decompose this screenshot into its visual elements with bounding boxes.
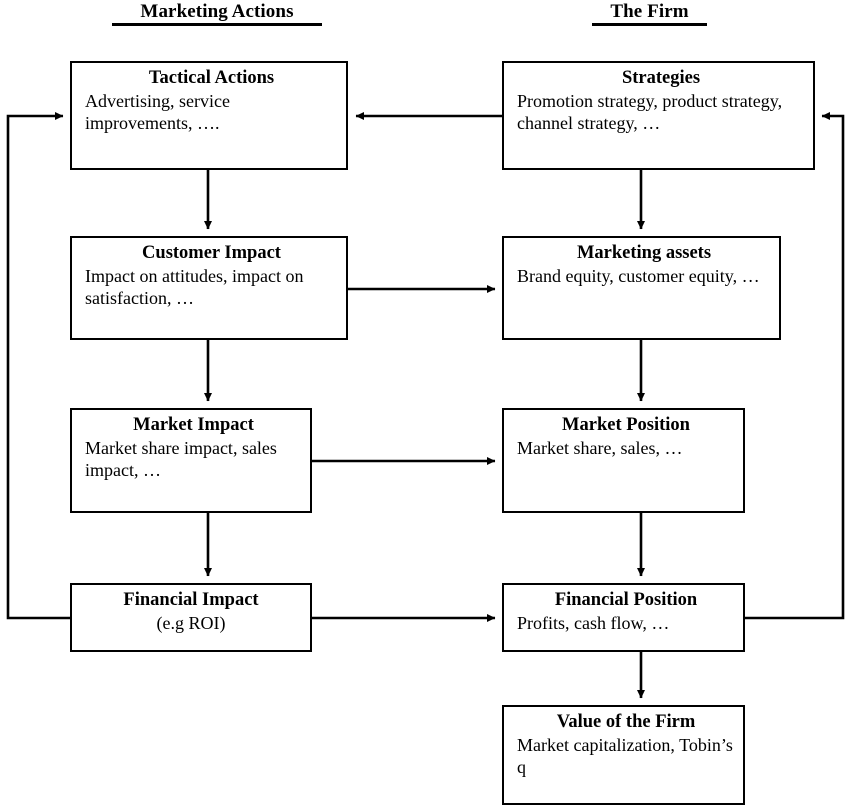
node-body-financial-impact: (e.g ROI) xyxy=(156,612,226,633)
node-title-financial-position: Financial Position xyxy=(554,590,698,610)
node-title-customer-impact: Customer Impact xyxy=(142,243,281,263)
node-title-tactical-actions: Tactical Actions xyxy=(148,68,275,88)
node-financial-position[interactable]: Financial Position Profits, cash flow, … xyxy=(502,583,745,652)
node-body-marketing-assets: Brand equity, customer equity, … xyxy=(517,265,760,286)
node-tactical-actions[interactable]: Tactical Actions Advertising, service im… xyxy=(70,61,348,170)
node-body-market-position: Market share, sales, … xyxy=(517,437,683,458)
node-market-impact[interactable]: Market Impact Market share impact, sales… xyxy=(70,408,312,513)
diagram-canvas: Marketing Actions The Firm Tactical Acti… xyxy=(0,0,850,810)
node-title-market-impact: Market Impact xyxy=(133,415,254,435)
node-title-marketing-assets: Marketing assets xyxy=(576,243,712,263)
node-value-of-the-firm[interactable]: Value of the Firm Market capitalization,… xyxy=(502,705,745,805)
node-financial-impact[interactable]: Financial Impact (e.g ROI) xyxy=(70,583,312,652)
node-title-value-of-the-firm: Value of the Firm xyxy=(556,712,696,732)
node-body-financial-position: Profits, cash flow, … xyxy=(517,612,670,633)
node-body-strategies: Promotion strategy, product strategy, ch… xyxy=(517,90,783,133)
node-title-financial-impact: Financial Impact xyxy=(123,590,259,610)
node-marketing-assets[interactable]: Marketing assets Brand equity, customer … xyxy=(502,236,781,340)
node-body-value-of-the-firm: Market capitalization, Tobin’s q xyxy=(517,734,733,777)
node-body-tactical-actions: Advertising, service improvements, …. xyxy=(85,90,230,133)
node-strategies[interactable]: Strategies Promotion strategy, product s… xyxy=(502,61,815,170)
node-market-position[interactable]: Market Position Market share, sales, … xyxy=(502,408,745,513)
edge-financial-impact-feedback-to-tactical-actions xyxy=(6,111,70,620)
edge-financial-position-feedback-to-strategies xyxy=(745,111,845,620)
node-title-market-position: Market Position xyxy=(562,415,690,435)
node-body-market-impact: Market share impact, sales impact, … xyxy=(85,437,277,480)
node-title-strategies: Strategies xyxy=(621,68,701,88)
node-body-customer-impact: Impact on attitudes, impact on satisfact… xyxy=(85,265,304,308)
node-customer-impact[interactable]: Customer Impact Impact on attitudes, imp… xyxy=(70,236,348,340)
